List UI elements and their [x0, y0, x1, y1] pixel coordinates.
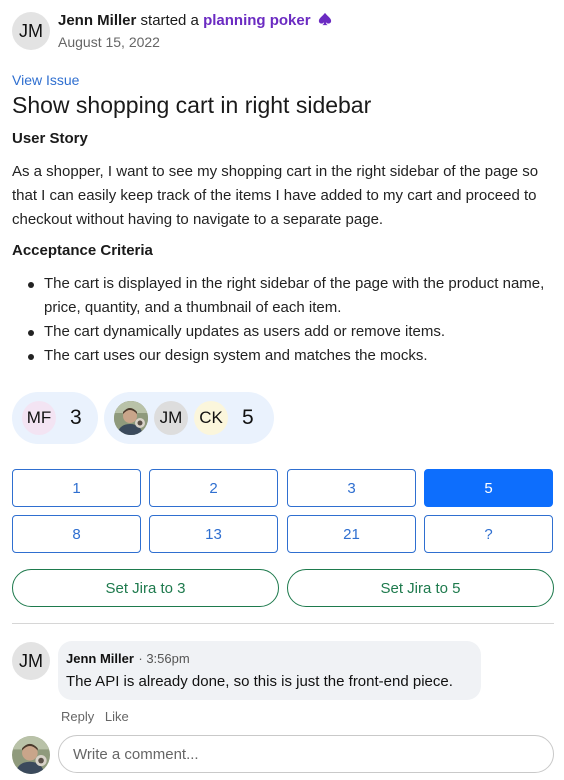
vote-group-5: JM CK 5: [104, 392, 274, 444]
vote-group-3: MF 3: [12, 392, 98, 444]
spade-icon: [318, 12, 331, 26]
criteria-item: The cart uses our design system and matc…: [24, 344, 554, 368]
acceptance-criteria-list: The cart is displayed in the right sideb…: [24, 272, 554, 368]
poker-card[interactable]: 21: [287, 515, 416, 553]
set-jira-5-button[interactable]: Set Jira to 5: [287, 569, 554, 607]
divider: [12, 623, 554, 624]
comment-text: The API is already done, so this is just…: [66, 673, 453, 690]
poker-card[interactable]: 3: [287, 469, 416, 507]
profile-photo-icon: [12, 736, 50, 774]
poker-card[interactable]: 2: [149, 469, 278, 507]
comment-input[interactable]: [58, 735, 554, 773]
issue-title: Show shopping cart in right sidebar: [12, 92, 372, 118]
set-jira-3-button[interactable]: Set Jira to 3: [12, 569, 279, 607]
vote-value: 3: [70, 406, 82, 429]
poker-card[interactable]: 8: [12, 515, 141, 553]
activity-action: started a: [140, 12, 199, 29]
comment-author[interactable]: Jenn Miller: [66, 651, 134, 666]
criteria-item: The cart dynamically updates as users ad…: [24, 320, 554, 344]
view-issue-link[interactable]: View Issue: [12, 72, 79, 88]
comment-bubble: Jenn Miller · 3:56pm The API is already …: [58, 641, 481, 700]
comment-actions: Reply Like: [61, 709, 136, 724]
poker-card[interactable]: 13: [149, 515, 278, 553]
profile-photo-icon: [114, 401, 148, 435]
activity-date: August 15, 2022: [58, 34, 160, 50]
acceptance-criteria-heading: Acceptance Criteria: [12, 242, 153, 259]
reply-button[interactable]: Reply: [61, 709, 94, 724]
voter-photo-avatar[interactable]: [114, 401, 148, 435]
voter-avatar[interactable]: MF: [22, 401, 56, 435]
activity-link[interactable]: planning poker: [203, 12, 311, 29]
author-name[interactable]: Jenn Miller: [58, 12, 136, 29]
poker-card-selected[interactable]: 5: [424, 469, 553, 507]
poker-card[interactable]: 1: [12, 469, 141, 507]
voter-avatar[interactable]: CK: [194, 401, 228, 435]
activity-header: Jenn Miller started a planning poker: [58, 12, 332, 29]
user-story-heading: User Story: [12, 130, 88, 147]
user-story-text: As a shopper, I want to see my shopping …: [12, 163, 539, 228]
comment-time[interactable]: 3:56pm: [146, 651, 189, 666]
author-avatar[interactable]: JM: [12, 12, 50, 50]
poker-card[interactable]: ?: [424, 515, 553, 553]
criteria-item: The cart is displayed in the right sideb…: [24, 272, 554, 320]
voter-avatar[interactable]: JM: [154, 401, 188, 435]
current-user-avatar: [12, 736, 50, 774]
vote-value: 5: [242, 406, 254, 429]
commenter-avatar[interactable]: JM: [12, 642, 50, 680]
like-button[interactable]: Like: [105, 709, 129, 724]
